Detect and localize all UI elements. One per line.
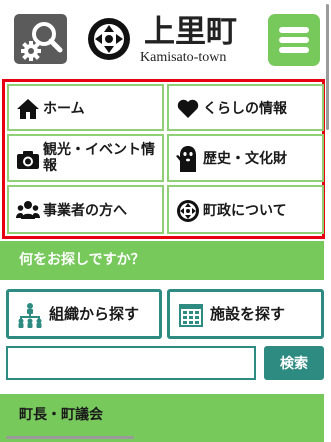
nav-item-label: 事業者の方へ — [43, 203, 127, 219]
town-emblem-logo — [88, 18, 130, 60]
logo-title: 上里町 — [144, 14, 237, 50]
page: 上里町 Kamisato-town ホーム くらしの情報 観光・イベント情報 歴… — [0, 0, 331, 442]
nav-item-label: 観光・イベント情報 — [43, 142, 155, 174]
search-submit-button[interactable]: 検索 — [264, 346, 324, 380]
camera-icon — [17, 151, 39, 169]
logo-subtitle: Kamisato-town — [140, 50, 227, 65]
nav-item-living[interactable]: くらしの情報 — [167, 84, 324, 131]
find-facility-button[interactable]: 施設を探す — [167, 289, 324, 339]
facility-building-icon — [179, 304, 203, 327]
nav-item-history[interactable]: 歴史・文化財 — [167, 134, 324, 182]
site-logo[interactable]: 上里町 Kamisato-town — [86, 14, 256, 70]
people-icon — [16, 201, 40, 219]
search-gear-icon — [21, 22, 63, 61]
keyword-search-input[interactable] — [6, 346, 256, 380]
horizontal-scrollbar[interactable] — [6, 436, 134, 439]
home-icon — [17, 99, 39, 119]
site-header: 上里町 Kamisato-town — [0, 0, 331, 77]
town-emblem-icon — [177, 200, 199, 222]
site-search-button[interactable] — [14, 14, 67, 64]
vertical-scrollbar[interactable] — [326, 4, 329, 130]
global-nav: ホーム くらしの情報 観光・イベント情報 歴史・文化財 事業者の方へ 町政につい… — [2, 79, 325, 239]
nav-item-label: 町政について — [203, 203, 287, 219]
nav-item-tourism[interactable]: 観光・イベント情報 — [7, 134, 164, 182]
nav-item-label: くらしの情報 — [203, 101, 287, 117]
nav-item-label: ホーム — [43, 101, 85, 117]
nav-item-business[interactable]: 事業者の方へ — [7, 185, 164, 234]
find-by-organization-label: 組織から探す — [49, 305, 140, 323]
find-facility-label: 施設を探す — [210, 305, 286, 323]
organization-chart-icon — [18, 303, 42, 328]
nav-item-town-admin[interactable]: 町政について — [167, 185, 324, 234]
find-by-organization-button[interactable]: 組織から探す — [6, 289, 162, 339]
heart-icon — [177, 99, 199, 118]
nav-item-home[interactable]: ホーム — [7, 84, 164, 131]
search-section-heading: 何をお探しですか？ — [0, 241, 324, 280]
menu-button[interactable] — [268, 14, 320, 66]
haniwa-icon — [176, 146, 196, 172]
mayor-council-heading[interactable]: 町長・町議会 — [0, 394, 324, 442]
nav-item-label: 歴史・文化財 — [203, 151, 287, 167]
